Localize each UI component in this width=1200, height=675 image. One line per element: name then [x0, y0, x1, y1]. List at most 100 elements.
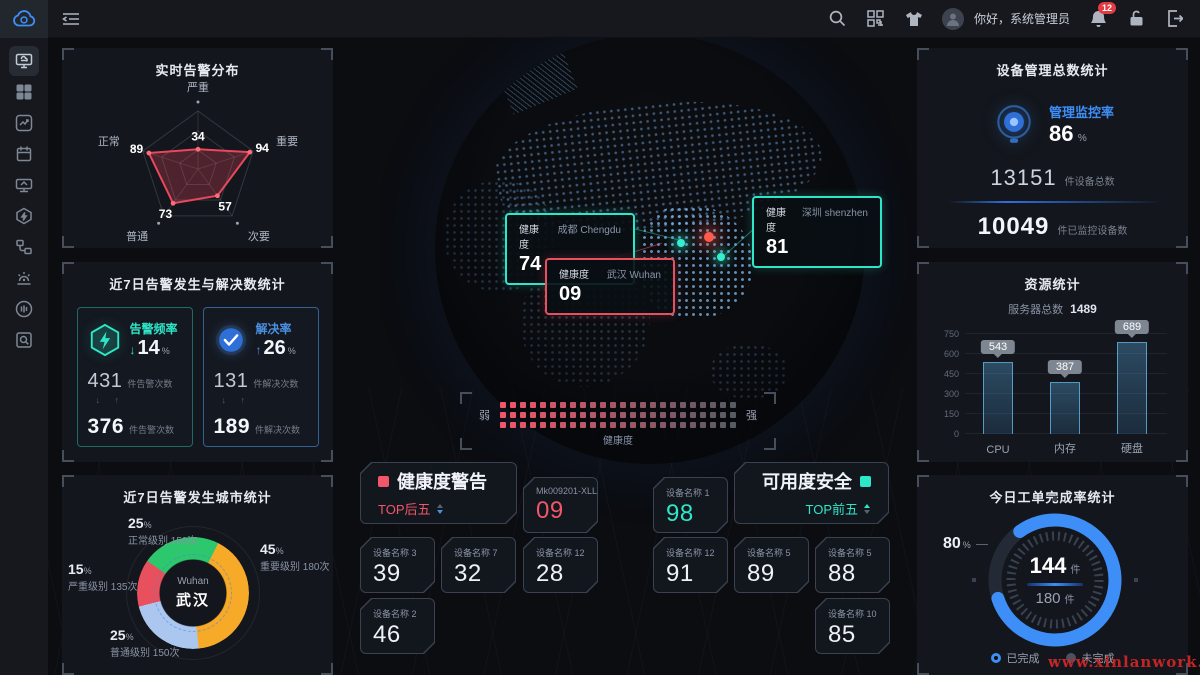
legend-done[interactable]: 已完成 [991, 650, 1040, 666]
safety-rank-label: TOP前五 [806, 499, 859, 518]
stat-value: 189 [214, 415, 251, 439]
sidebar-item-dispatch[interactable] [9, 108, 39, 138]
resource-bar [1050, 382, 1080, 434]
slice-pct: 25 [110, 627, 126, 643]
map-pin-red[interactable] [704, 232, 714, 242]
panel-alarm-city: 近7日告警发生城市统计 Wuhan 武汉 25% 正常级别 150次 45% 重… [62, 475, 333, 675]
monitor-cloud-icon [15, 52, 33, 70]
hexagon-bolt-icon [88, 323, 122, 357]
device-total-value: 13151 [990, 165, 1056, 191]
sort-icon [436, 504, 444, 514]
sidebar-item-power[interactable] [9, 201, 39, 231]
topbar: 你好，系统管理员 12 [0, 0, 1200, 38]
equalizer-circle-icon [15, 300, 33, 318]
topbar-actions: 你好，系统管理员 12 [828, 8, 1200, 30]
resource-bar [983, 362, 1013, 434]
stat-name: 告警频率 [130, 320, 178, 337]
safety-title: 可用度安全 [762, 468, 852, 494]
device-label: 设备名称 7 [454, 546, 516, 559]
slice-unit: % [144, 520, 152, 530]
safety-rank-toggle[interactable]: TOP前五 [806, 499, 872, 518]
schedule-icon [15, 145, 33, 163]
panel-title: 近7日告警发生与解决数统计 [62, 262, 333, 293]
qr-code-icon[interactable] [866, 9, 886, 29]
resource-bar [1117, 342, 1147, 434]
device-card: Mk009201-XLL... 09 [523, 477, 598, 533]
device-card: 设备名称 5 89 [734, 537, 809, 593]
app-grid-icon [15, 83, 33, 101]
notification-badge: 12 [1098, 2, 1116, 14]
panel-alarm-weekly: 近7日告警发生与解决数统计 告警频率 ↓ 14 % [62, 262, 333, 462]
divider-line [948, 201, 1158, 203]
tooltip-metric: 健康度 [766, 204, 792, 234]
slice-callout-severe: 15% 严重级别 135次 [68, 559, 137, 594]
device-card: 设备名称 12 28 [523, 537, 598, 593]
device-label: 设备名称 5 [747, 546, 809, 559]
health-warning-header: 健康度警告 TOP后五 [360, 462, 517, 524]
health-tooltip-shenzhen: 健康度 深圳 shenzhen 81 [752, 196, 882, 268]
app-logo[interactable] [0, 0, 48, 38]
device-label: 设备名称 10 [828, 607, 890, 620]
sidebar-item-cloud-monitor[interactable] [9, 46, 39, 76]
svg-text:普通: 普通 [126, 229, 148, 243]
device-label: 设备名称 5 [828, 546, 890, 559]
user-avatar[interactable] [942, 8, 964, 30]
legend-done-dot [991, 653, 1001, 663]
slice-callout-normal: 25% 正常级别 150次 [128, 513, 197, 548]
svg-text:89: 89 [129, 142, 143, 156]
device-value: 09 [536, 497, 598, 525]
sidebar-item-alarm[interactable] [9, 263, 39, 293]
trend-value: 14 [138, 337, 160, 360]
shuffle-icon [15, 114, 33, 132]
webcam-monitor-icon [991, 101, 1037, 147]
legend-title: 健康度 [460, 432, 776, 447]
screen-arrow-icon [15, 176, 33, 194]
dashboard-app: 你好，系统管理员 12 [0, 0, 1200, 675]
stage: 健康度 成都 Chengdu 74 健康度 武汉 Wuhan 09 健康度 深圳… [0, 38, 1200, 675]
slice-pct: 25 [128, 515, 144, 531]
sidebar-item-screen-edit[interactable] [9, 170, 39, 200]
legend-strong-label: 强 [746, 407, 757, 423]
device-value: 39 [373, 560, 435, 588]
sidebar-item-log-search[interactable] [9, 325, 39, 355]
sidebar-item-topology[interactable] [9, 232, 39, 262]
device-card: 设备名称 7 32 [441, 537, 516, 593]
collapse-menu-icon[interactable] [62, 12, 80, 26]
slice-count: 135次 [111, 582, 138, 593]
tooltip-value: 09 [559, 283, 661, 306]
slice-pct: 15 [68, 561, 84, 577]
logout-icon[interactable] [1164, 9, 1184, 29]
search-icon[interactable] [828, 9, 848, 29]
slice-count: 180次 [303, 562, 330, 573]
stat-value: 376 [88, 415, 125, 439]
svg-text:次要: 次要 [247, 229, 269, 243]
notifications-bell-icon[interactable]: 12 [1088, 9, 1108, 29]
map-pin-teal-2[interactable] [717, 253, 725, 261]
mid-arrows: ↓ ↑ [96, 395, 182, 405]
device-card: 设备名称 3 39 [360, 537, 435, 593]
device-card: 设备名称 1 98 [653, 477, 728, 533]
monitored-value: 10049 [978, 213, 1050, 241]
slice-count: 150次 [153, 648, 180, 659]
svg-text:正常: 正常 [97, 135, 119, 148]
warning-title: 健康度警告 [397, 468, 487, 494]
map-pin-teal[interactable] [677, 239, 685, 247]
sidebar-item-dashboard[interactable] [9, 77, 39, 107]
gauge-percent: 80 [943, 535, 961, 553]
sidebar-item-schedule[interactable] [9, 139, 39, 169]
warning-rank-label: TOP后五 [378, 499, 431, 518]
device-label: 设备名称 12 [536, 546, 598, 559]
device-value: 89 [747, 560, 809, 588]
lock-icon[interactable] [1126, 9, 1146, 29]
sidebar-item-audio-control[interactable] [9, 294, 39, 324]
warning-rank-toggle[interactable]: TOP后五 [378, 499, 499, 518]
panel-title: 资源统计 [917, 262, 1188, 293]
theme-shirt-icon[interactable] [904, 9, 924, 29]
bar-value-bubble: 387 [1048, 360, 1082, 374]
stat-value: 131 [214, 370, 249, 393]
tooltip-metric: 健康度 [559, 266, 589, 281]
total-count: 180 [1035, 590, 1060, 607]
stat-name: 解决率 [256, 320, 296, 337]
server-total-value: 1489 [1070, 302, 1097, 316]
stat-label: 件告警次数 [127, 377, 172, 390]
